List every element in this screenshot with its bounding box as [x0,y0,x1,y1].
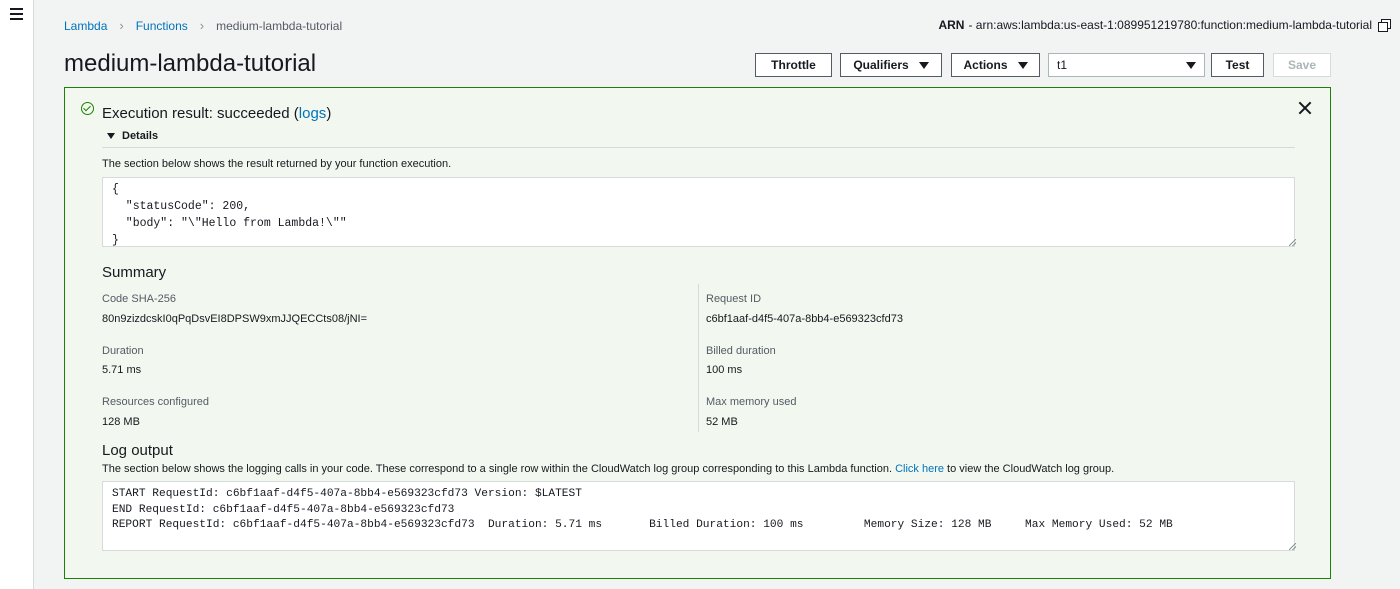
duration-value: 5.71 ms [102,364,142,376]
caret-down-icon [918,61,929,69]
details-toggle[interactable]: Details [107,130,158,142]
execution-result-panel: Execution result: succeeded (logs) Detai… [64,87,1331,579]
log-description-suffix: to view the CloudWatch log group. [947,463,1115,475]
log-output-heading: Log output [102,442,173,459]
resources-configured-label: Resources configured [102,396,210,408]
log-output-text[interactable]: START RequestId: c6bf1aaf-d4f5-407a-8bb4… [102,481,1295,551]
save-button-label: Save [1287,58,1317,72]
caret-down-icon [1017,61,1028,69]
log-description-text: The section below shows the logging call… [102,463,893,475]
execution-result-title: Execution result: succeeded (logs) [102,105,331,122]
copy-icon[interactable] [1378,19,1391,32]
request-id-label: Request ID [706,293,762,305]
duration-label: Duration [102,345,144,357]
result-json-output[interactable]: { "statusCode": 200, "body": "\"Hello fr… [102,177,1295,247]
log-output-description: The section below shows the logging call… [102,463,1114,475]
breadcrumb-lambda-link[interactable]: Lambda [64,19,107,33]
billed-duration-value: 100 ms [706,364,743,376]
qualifiers-dropdown-button[interactable]: Qualifiers [840,53,942,77]
details-label: Details [122,130,159,142]
max-memory-label: Max memory used [706,396,797,408]
result-title-close-paren: ) [326,105,332,122]
breadcrumb-functions-link[interactable]: Functions [136,19,188,33]
test-event-select[interactable]: t1 [1048,53,1205,77]
qualifiers-button-label: Qualifiers [853,58,909,72]
divider [102,147,1295,148]
actions-button-label: Actions [963,58,1008,72]
code-sha-value: 80n9zizdcskI0qPqDsvEI8DPSW9xmJJQECCts08/… [102,313,368,325]
function-toolbar: Throttle Qualifiers Actions t1 Test Save [0,53,1400,77]
side-navigation-rail [0,0,34,589]
request-id-value: c6bf1aaf-d4f5-407a-8bb4-e569323cfd73 [706,313,903,325]
resize-handle-icon[interactable] [1289,239,1296,246]
max-memory-value: 52 MB [706,416,738,428]
menu-icon[interactable] [10,8,23,20]
resize-handle-icon[interactable] [1289,543,1296,550]
result-title-text: Execution result: succeeded ( [102,105,299,122]
arn-display: ARN - arn:aws:lambda:us-east-1:089951219… [938,18,1391,32]
code-sha-label: Code SHA-256 [102,293,176,305]
actions-dropdown-button[interactable]: Actions [951,53,1040,77]
caret-down-icon [1186,62,1196,69]
logs-link[interactable]: logs [299,105,327,122]
arn-value: - arn:aws:lambda:us-east-1:089951219780:… [968,18,1372,32]
chevron-right-icon: › [199,18,205,33]
chevron-right-icon: › [119,18,124,33]
success-check-icon [81,102,94,115]
save-button[interactable]: Save [1273,53,1331,77]
close-icon[interactable] [1298,101,1312,115]
test-button[interactable]: Test [1211,53,1264,77]
billed-duration-label: Billed duration [706,345,776,357]
test-button-label: Test [1225,58,1250,72]
resources-configured-value: 128 MB [102,416,140,428]
cloudwatch-link[interactable]: Click here [895,463,944,475]
caret-down-icon [107,133,115,139]
result-description: The section below shows the result retur… [102,158,452,170]
breadcrumb: Lambda › Functions › medium-lambda-tutor… [64,18,342,33]
arn-label: ARN [938,18,965,32]
throttle-button-label: Throttle [771,58,816,72]
breadcrumb-current: medium-lambda-tutorial [216,18,343,33]
summary-divider [698,284,699,432]
throttle-button[interactable]: Throttle [755,53,832,77]
test-event-selected-value: t1 [1057,58,1068,72]
summary-heading: Summary [102,264,167,281]
